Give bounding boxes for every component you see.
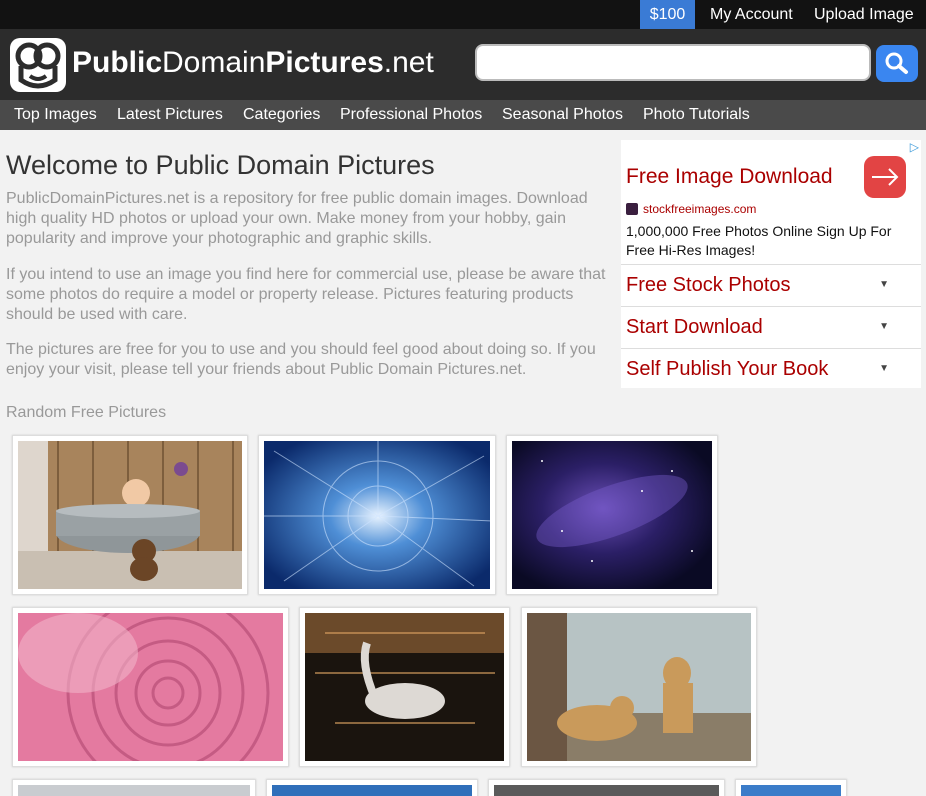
site-favicon-icon bbox=[626, 203, 638, 215]
top-bar: $100 My Account Upload Image bbox=[0, 0, 926, 29]
thumbnail-baby-tub[interactable] bbox=[12, 435, 248, 595]
advertisement: ▷ Free Image Download stockfreeimages.co… bbox=[621, 140, 921, 388]
upload-image-link[interactable]: Upload Image bbox=[814, 0, 914, 29]
page-title: Welcome to Public Domain Pictures bbox=[6, 150, 435, 180]
chevron-down-icon: ▼ bbox=[879, 363, 889, 374]
search-icon bbox=[885, 52, 908, 74]
ad-row-label: Self Publish Your Book bbox=[626, 358, 829, 380]
ad-site[interactable]: stockfreeimages.com bbox=[643, 202, 756, 216]
thumbnail-blue-crystal[interactable] bbox=[258, 435, 496, 595]
my-account-link[interactable]: My Account bbox=[710, 0, 793, 29]
nav-professional-photos[interactable]: Professional Photos bbox=[340, 100, 482, 130]
thumbnail-lionesses[interactable] bbox=[521, 607, 757, 767]
thumbnail-partial[interactable] bbox=[735, 779, 847, 796]
balance-link[interactable]: $100 bbox=[640, 0, 695, 29]
thumbnail-pink-rose[interactable] bbox=[12, 607, 289, 767]
thumbnail-partial[interactable] bbox=[488, 779, 725, 796]
ad-row-label: Free Stock Photos bbox=[626, 274, 791, 296]
thumbnail-partial[interactable] bbox=[12, 779, 256, 796]
nav-latest-pictures[interactable]: Latest Pictures bbox=[117, 100, 223, 130]
ad-choices-icon[interactable]: ▷ bbox=[910, 140, 919, 154]
main-nav: Top Images Latest Pictures Categories Pr… bbox=[0, 100, 926, 130]
ad-row-label: Start Download bbox=[626, 316, 763, 338]
ad-description: 1,000,000 Free Photos Online Sign Up For… bbox=[626, 223, 892, 258]
ad-arrow-button[interactable] bbox=[864, 156, 906, 198]
random-pictures-heading: Random Free Pictures bbox=[6, 404, 167, 421]
ad-row-start-download[interactable]: Start Download ▼ bbox=[621, 306, 921, 348]
thumbnail-galaxy[interactable] bbox=[506, 435, 718, 595]
ad-title[interactable]: Free Image Download bbox=[626, 165, 833, 189]
thumbnail-swan[interactable] bbox=[299, 607, 510, 767]
logo-icon[interactable] bbox=[8, 36, 68, 94]
ad-row-free-stock-photos[interactable]: Free Stock Photos ▼ bbox=[621, 264, 921, 306]
intro-paragraph: PublicDomainPictures.net is a repository… bbox=[6, 190, 588, 247]
search-input[interactable] bbox=[475, 44, 871, 81]
thumbnail-partial[interactable] bbox=[266, 779, 478, 796]
nav-photo-tutorials[interactable]: Photo Tutorials bbox=[643, 100, 750, 130]
nav-seasonal-photos[interactable]: Seasonal Photos bbox=[502, 100, 623, 130]
nav-top-images[interactable]: Top Images bbox=[14, 100, 97, 130]
search-button[interactable] bbox=[876, 45, 918, 82]
ad-row-self-publish[interactable]: Self Publish Your Book ▼ bbox=[621, 348, 921, 390]
nav-categories[interactable]: Categories bbox=[243, 100, 320, 130]
arrow-right-icon bbox=[872, 168, 899, 186]
chevron-down-icon: ▼ bbox=[879, 279, 889, 290]
site-logo-text[interactable]: PublicDomainPictures.net bbox=[72, 45, 434, 81]
chevron-down-icon: ▼ bbox=[879, 321, 889, 332]
site-header: PublicDomainPictures.net bbox=[0, 29, 926, 100]
usage-paragraph: The pictures are free for you to use and… bbox=[6, 341, 596, 378]
commercial-use-paragraph: If you intend to use an image you find h… bbox=[6, 266, 606, 323]
